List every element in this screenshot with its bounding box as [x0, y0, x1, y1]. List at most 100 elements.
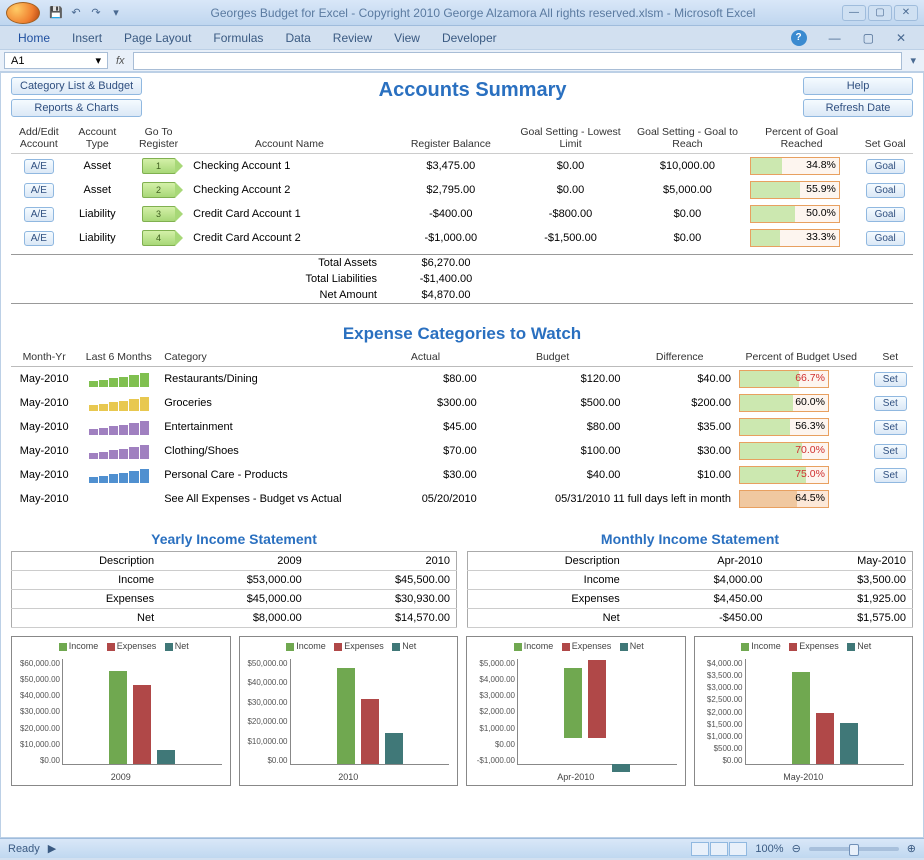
goto-register-button[interactable]: 3 [142, 206, 176, 222]
budget-progress-bar: 75.0% [739, 466, 829, 484]
goal-to-reach: $5,000.00 [629, 178, 746, 202]
set-button[interactable]: Set [874, 444, 907, 459]
difference-value: $30.00 [624, 439, 735, 463]
accounts-table: Add/Edit Account Account Type Go To Regi… [11, 123, 913, 250]
x-axis-label: 2010 [240, 772, 458, 782]
reports-charts-button[interactable]: Reports & Charts [11, 99, 142, 117]
set-goal-button[interactable]: Goal [866, 159, 905, 174]
bars-area [290, 659, 450, 765]
net-amount-label: Net Amount [11, 287, 381, 303]
bars-area [517, 659, 677, 765]
row-desc: Income [12, 571, 161, 590]
minimize-button[interactable]: — [842, 5, 866, 21]
tab-data[interactable]: Data [285, 31, 310, 45]
set-goal-button[interactable]: Goal [866, 207, 905, 222]
help-button[interactable]: Help [803, 77, 913, 95]
y-axis: $5,000.00$4,000.00$3,000.00$2,000.00$1,0… [469, 659, 515, 765]
category-list-button[interactable]: Category List & Budget [11, 77, 142, 95]
account-type: Liability [67, 202, 128, 226]
yearly-title: Yearly Income Statement [11, 531, 457, 547]
goal-progress-bar: 55.9% [750, 181, 840, 199]
budget-value: $500.00 [481, 391, 625, 415]
tab-home[interactable]: Home [18, 31, 50, 45]
tab-review[interactable]: Review [333, 31, 372, 45]
name-box[interactable]: A1 ▾ [4, 52, 108, 69]
zoom-out-icon[interactable]: ⊖ [792, 842, 801, 855]
refresh-date-button[interactable]: Refresh Date [803, 99, 913, 117]
tab-page-layout[interactable]: Page Layout [124, 31, 191, 45]
col-balance: Register Balance [390, 123, 512, 154]
expense-row: May-2010 Groceries $300.00 $500.00 $200.… [11, 391, 913, 415]
lowest-limit: -$1,500.00 [512, 226, 629, 250]
register-balance: -$1,000.00 [390, 226, 512, 250]
goal-to-reach: $0.00 [629, 202, 746, 226]
add-edit-button[interactable]: A/E [24, 231, 54, 246]
set-button[interactable]: Set [874, 372, 907, 387]
month-yr: May-2010 [11, 415, 77, 439]
col-set: Set [868, 348, 913, 367]
help-icon[interactable]: ? [791, 30, 807, 46]
accounts-totals: Total Assets$6,270.00 Total Liabilities-… [11, 254, 913, 304]
chart-legend: Income Expenses Net [471, 641, 681, 651]
goto-register-button[interactable]: 4 [142, 230, 176, 246]
ribbon-close-icon[interactable]: ✕ [896, 31, 906, 45]
set-button[interactable]: Set [874, 468, 907, 483]
close-button[interactable]: ✕ [894, 5, 918, 21]
maximize-button[interactable]: ▢ [868, 5, 892, 21]
budget-progress-bar: 60.0% [739, 394, 829, 412]
goto-register-button[interactable]: 2 [142, 182, 176, 198]
actual-value: $300.00 [370, 391, 481, 415]
redo-icon[interactable]: ↷ [88, 5, 104, 21]
add-edit-button[interactable]: A/E [24, 207, 54, 222]
formula-expand-icon[interactable]: ▾ [906, 54, 920, 67]
tab-insert[interactable]: Insert [72, 31, 102, 45]
row-val2: $3,500.00 [769, 571, 913, 590]
fx-icon[interactable]: fx [112, 55, 129, 67]
yearly-col-1: 2009 [160, 552, 308, 571]
set-button[interactable]: Set [874, 420, 907, 435]
ribbon-min-icon[interactable]: — [829, 31, 841, 45]
goal-to-reach: $10,000.00 [629, 154, 746, 179]
formula-input[interactable] [133, 52, 903, 70]
tab-developer[interactable]: Developer [442, 31, 497, 45]
account-type: Asset [67, 154, 128, 179]
see-all-link[interactable]: See All Expenses - Budget vs Actual [160, 487, 370, 511]
total-liab-value: -$1,400.00 [381, 271, 511, 287]
ribbon-restore-icon[interactable]: ▢ [863, 31, 874, 45]
budget-progress-bar: 56.3% [739, 418, 829, 436]
zoom-in-icon[interactable]: ⊕ [907, 842, 916, 855]
col-goal: Goal Setting - Goal to Reach [629, 123, 746, 154]
account-row: A/E Liability 4 Credit Card Account 2 -$… [11, 226, 913, 250]
formula-bar: A1 ▾ fx ▾ [0, 50, 924, 72]
monthly-col-1: Apr-2010 [626, 552, 769, 571]
zoom-slider[interactable] [809, 847, 899, 851]
save-icon[interactable]: 💾 [48, 5, 64, 21]
lowest-limit: -$800.00 [512, 202, 629, 226]
name-box-dropdown-icon[interactable]: ▾ [95, 54, 101, 67]
zoom-level: 100% [755, 843, 783, 855]
macro-record-icon[interactable]: ▶ [48, 842, 56, 855]
set-button[interactable]: Set [874, 396, 907, 411]
expense-row: May-2010 Restaurants/Dining $80.00 $120.… [11, 367, 913, 392]
qat-dropdown-icon[interactable]: ▾ [108, 5, 124, 21]
account-name: Credit Card Account 2 [189, 226, 389, 250]
add-edit-button[interactable]: A/E [24, 159, 54, 174]
x-axis-label: Apr-2010 [467, 772, 685, 782]
income-row: Net$8,000.00$14,570.00 [12, 609, 457, 628]
goto-register-button[interactable]: 1 [142, 158, 176, 174]
set-goal-button[interactable]: Goal [866, 183, 905, 198]
row-desc: Net [468, 609, 626, 628]
add-edit-button[interactable]: A/E [24, 183, 54, 198]
office-button[interactable] [6, 2, 40, 24]
tab-formulas[interactable]: Formulas [213, 31, 263, 45]
difference-value: $35.00 [624, 415, 735, 439]
account-row: A/E Asset 2 Checking Account 2 $2,795.00… [11, 178, 913, 202]
view-buttons[interactable] [691, 842, 747, 856]
set-goal-button[interactable]: Goal [866, 231, 905, 246]
col-percent: Percent of Goal Reached [746, 123, 857, 154]
charts-row: Income Expenses Net $60,000.00$50,000.00… [11, 636, 913, 786]
row-val1: $8,000.00 [160, 609, 308, 628]
tab-view[interactable]: View [394, 31, 420, 45]
undo-icon[interactable]: ↶ [68, 5, 84, 21]
expense-row: May-2010 Clothing/Shoes $70.00 $100.00 $… [11, 439, 913, 463]
